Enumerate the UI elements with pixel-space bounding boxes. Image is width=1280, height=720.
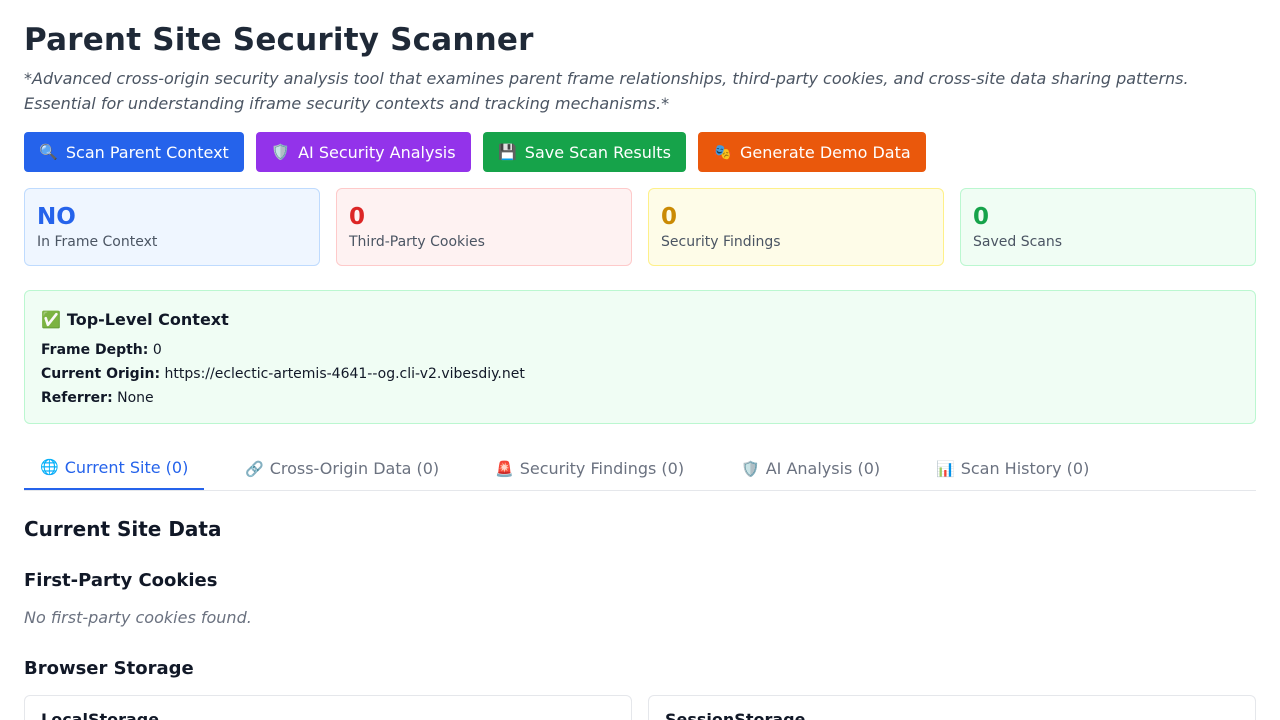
- tab-label: Scan History (0): [960, 459, 1090, 478]
- tab-label: AI Analysis (0): [765, 459, 881, 478]
- stat-label: Saved Scans: [973, 234, 1063, 250]
- referrer-label: Referrer:: [41, 390, 113, 406]
- save-scan-results-button[interactable]: 💾 Save Scan Results: [483, 132, 686, 172]
- tab-label: Security Findings (0): [519, 459, 685, 478]
- session-storage-card: SessionStorage: [648, 695, 1256, 720]
- storage-card-title: LocalStorage: [41, 710, 160, 720]
- referrer-value: None: [117, 390, 154, 406]
- page-title: Parent Site Security Scanner: [24, 22, 534, 58]
- bar-chart-icon: 📊: [936, 459, 955, 478]
- section-title: Current Site Data: [24, 517, 222, 541]
- page-subtitle: *Advanced cross-origin security analysis…: [24, 69, 1189, 113]
- referrer-row: Referrer: None: [41, 386, 1239, 410]
- tab-ai-analysis[interactable]: 🛡️ AI Analysis (0): [725, 446, 896, 491]
- browser-storage-heading: Browser Storage: [24, 658, 194, 679]
- stat-value: NO: [37, 204, 76, 230]
- magnifier-icon: 🔍: [39, 143, 58, 161]
- stat-value: 0: [973, 204, 990, 230]
- local-storage-card: LocalStorage: [24, 695, 632, 720]
- globe-icon: 🌐: [40, 458, 59, 476]
- link-icon: 🔗: [245, 459, 264, 478]
- generate-demo-data-button[interactable]: 🎭 Generate Demo Data: [698, 132, 926, 172]
- ai-security-analysis-button[interactable]: 🛡️ AI Security Analysis: [256, 132, 471, 172]
- current-origin-label: Current Origin:: [41, 366, 161, 382]
- frame-context-panel: ✅ Top-Level Context Frame Depth: 0 Curre…: [24, 290, 1256, 424]
- stat-value: 0: [349, 204, 366, 230]
- generate-demo-data-label: Generate Demo Data: [740, 142, 911, 162]
- frame-depth-value: 0: [152, 342, 162, 358]
- tab-current-site[interactable]: 🌐 Current Site (0): [24, 446, 205, 490]
- theater-masks-icon: 🎭: [713, 143, 733, 161]
- context-title: Top-Level Context: [66, 309, 229, 329]
- ai-security-analysis-label: AI Security Analysis: [298, 142, 456, 162]
- tab-scan-history[interactable]: 📊 Scan History (0): [920, 446, 1105, 491]
- current-origin-row: Current Origin: https://eclectic-artemis…: [41, 362, 1239, 386]
- tab-label: Cross-Origin Data (0): [269, 459, 440, 478]
- stat-value: 0: [661, 204, 678, 230]
- check-mark-icon: ✅: [41, 309, 61, 329]
- current-origin-value: https://eclectic-artemis-4641--og.cli-v2…: [164, 366, 525, 382]
- tab-cross-origin-data[interactable]: 🔗 Cross-Origin Data (0): [229, 446, 455, 491]
- first-party-cookies-heading: First-Party Cookies: [24, 570, 218, 591]
- stat-label: Third-Party Cookies: [349, 234, 485, 250]
- stat-label: Security Findings: [661, 234, 781, 250]
- floppy-disk-icon: 💾: [498, 143, 517, 161]
- storage-card-title: SessionStorage: [665, 710, 806, 720]
- stat-label: In Frame Context: [37, 234, 158, 250]
- tab-bar: 🌐 Current Site (0) 🔗 Cross-Origin Data (…: [24, 446, 1256, 491]
- save-scan-results-label: Save Scan Results: [524, 142, 671, 162]
- stat-card-saved-scans: 0 Saved Scans: [960, 188, 1256, 266]
- context-heading: ✅ Top-Level Context: [41, 307, 1239, 331]
- scan-parent-context-label: Scan Parent Context: [65, 142, 229, 162]
- siren-icon: 🚨: [495, 459, 514, 478]
- stats-row: NO In Frame Context 0 Third-Party Cookie…: [24, 188, 1256, 266]
- stat-card-security-findings: 0 Security Findings: [648, 188, 944, 266]
- frame-depth-label: Frame Depth:: [41, 342, 149, 358]
- shield-icon: 🛡️: [741, 459, 760, 478]
- scan-parent-context-button[interactable]: 🔍 Scan Parent Context: [24, 132, 244, 172]
- stat-card-in-frame: NO In Frame Context: [24, 188, 320, 266]
- tab-label: Current Site (0): [64, 457, 189, 477]
- frame-depth-row: Frame Depth: 0: [41, 338, 1239, 362]
- shield-icon: 🛡️: [271, 143, 291, 161]
- stat-card-third-party-cookies: 0 Third-Party Cookies: [336, 188, 632, 266]
- empty-cookies-message: No first-party cookies found.: [24, 608, 252, 627]
- tab-security-findings[interactable]: 🚨 Security Findings (0): [479, 446, 700, 491]
